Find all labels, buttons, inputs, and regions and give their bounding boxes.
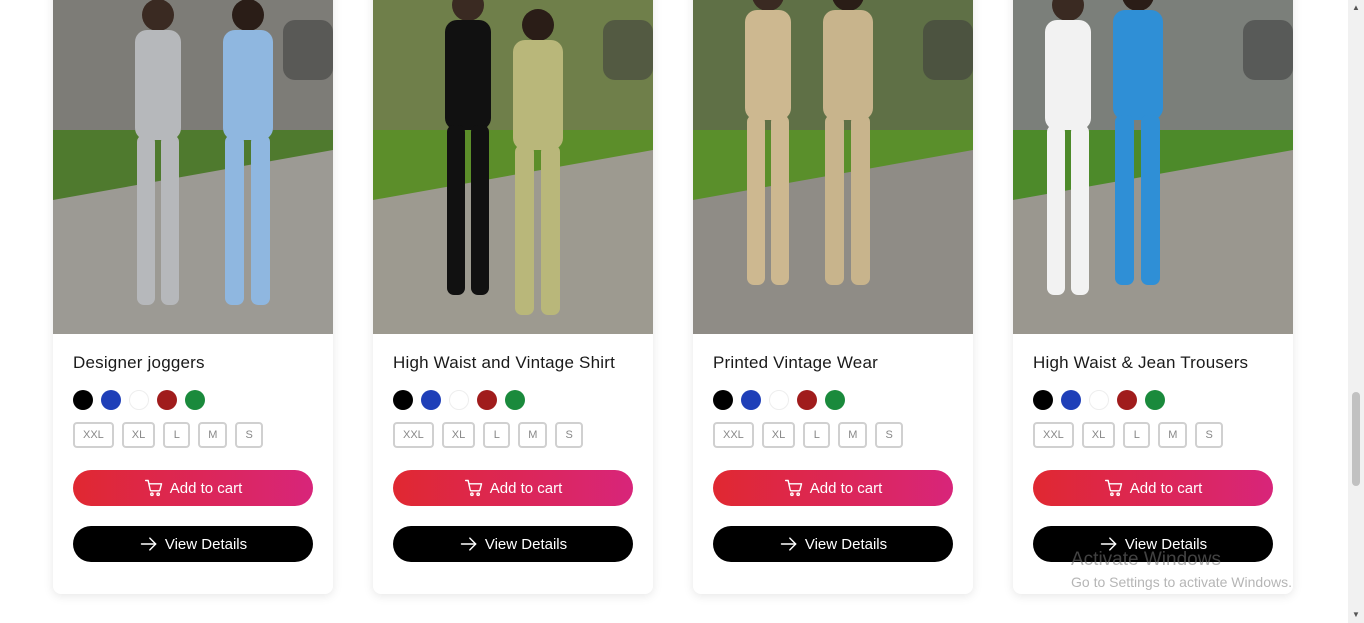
- size-options: XXL XL L M S: [1033, 422, 1223, 448]
- view-details-button[interactable]: View Details: [1033, 526, 1273, 562]
- product-photo[interactable]: [693, 0, 973, 334]
- vertical-scrollbar[interactable]: ▲ ▼: [1348, 0, 1364, 623]
- scrollbar-thumb[interactable]: [1352, 392, 1360, 486]
- add-to-cart-button[interactable]: Add to cart: [713, 470, 953, 506]
- scroll-down-arrow-icon[interactable]: ▼: [1348, 607, 1364, 623]
- size-option[interactable]: M: [518, 422, 548, 448]
- color-swatch[interactable]: [713, 390, 733, 410]
- add-to-cart-label: Add to cart: [489, 479, 563, 497]
- color-swatch[interactable]: [797, 390, 817, 410]
- color-swatch[interactable]: [449, 390, 469, 410]
- size-option[interactable]: M: [838, 422, 868, 448]
- view-details-label: View Details: [164, 535, 248, 553]
- color-swatches: [393, 390, 525, 410]
- color-swatch[interactable]: [825, 390, 845, 410]
- size-option[interactable]: S: [875, 422, 903, 448]
- arrow-right-icon: [779, 534, 799, 554]
- arrow-right-icon: [1099, 534, 1119, 554]
- product-card: Designer joggers XXL XL L M S Add to cart Vi…: [53, 0, 333, 594]
- size-option[interactable]: XL: [1081, 422, 1116, 448]
- size-option[interactable]: L: [803, 422, 831, 448]
- add-to-cart-label: Add to cart: [809, 479, 883, 497]
- color-swatch[interactable]: [157, 390, 177, 410]
- view-details-label: View Details: [484, 535, 568, 553]
- size-option[interactable]: XXL: [1033, 422, 1074, 448]
- add-to-cart-button[interactable]: Add to cart: [73, 470, 313, 506]
- size-option[interactable]: XXL: [713, 422, 754, 448]
- product-title[interactable]: High Waist & Jean Trousers: [1033, 353, 1248, 373]
- color-swatch[interactable]: [1145, 390, 1165, 410]
- color-swatch[interactable]: [505, 390, 525, 410]
- color-swatch[interactable]: [741, 390, 761, 410]
- color-swatches: [1033, 390, 1165, 410]
- cart-icon: [784, 478, 804, 498]
- product-photo[interactable]: [373, 0, 653, 334]
- color-swatch[interactable]: [185, 390, 205, 410]
- size-option[interactable]: XL: [441, 422, 476, 448]
- size-option[interactable]: M: [198, 422, 228, 448]
- size-option[interactable]: XL: [121, 422, 156, 448]
- add-to-cart-button[interactable]: Add to cart: [393, 470, 633, 506]
- scroll-up-arrow-icon[interactable]: ▲: [1348, 0, 1364, 16]
- arrow-right-icon: [459, 534, 479, 554]
- view-details-label: View Details: [804, 535, 888, 553]
- product-photo[interactable]: [53, 0, 333, 334]
- color-swatch[interactable]: [73, 390, 93, 410]
- size-option[interactable]: L: [1123, 422, 1151, 448]
- size-option[interactable]: S: [235, 422, 263, 448]
- product-title[interactable]: High Waist and Vintage Shirt: [393, 353, 615, 373]
- size-options: XXL XL L M S: [73, 422, 263, 448]
- size-option[interactable]: S: [555, 422, 583, 448]
- add-to-cart-button[interactable]: Add to cart: [1033, 470, 1273, 506]
- color-swatch[interactable]: [101, 390, 121, 410]
- size-options: XXL XL L M S: [393, 422, 583, 448]
- product-card: High Waist & Jean Trousers XXL XL L M S Add …: [1013, 0, 1293, 594]
- product-title[interactable]: Printed Vintage Wear: [713, 353, 878, 373]
- color-swatch[interactable]: [477, 390, 497, 410]
- size-options: XXL XL L M S: [713, 422, 903, 448]
- color-swatch[interactable]: [1061, 390, 1081, 410]
- color-swatch[interactable]: [393, 390, 413, 410]
- color-swatch[interactable]: [1117, 390, 1137, 410]
- color-swatch[interactable]: [1033, 390, 1053, 410]
- product-card: High Waist and Vintage Shirt XXL XL L M S Ad…: [373, 0, 653, 594]
- product-grid-page: Designer joggers XXL XL L M S Add to cart Vi…: [0, 0, 1348, 623]
- size-option[interactable]: XXL: [393, 422, 434, 448]
- size-option[interactable]: XL: [761, 422, 796, 448]
- color-swatch[interactable]: [129, 390, 149, 410]
- arrow-right-icon: [139, 534, 159, 554]
- product-card: Printed Vintage Wear XXL XL L M S Add to car…: [693, 0, 973, 594]
- color-swatch[interactable]: [769, 390, 789, 410]
- view-details-label: View Details: [1124, 535, 1208, 553]
- view-details-button[interactable]: View Details: [713, 526, 953, 562]
- cart-icon: [144, 478, 164, 498]
- size-option[interactable]: S: [1195, 422, 1223, 448]
- size-option[interactable]: L: [163, 422, 191, 448]
- view-details-button[interactable]: View Details: [73, 526, 313, 562]
- add-to-cart-label: Add to cart: [1129, 479, 1203, 497]
- color-swatch[interactable]: [1089, 390, 1109, 410]
- color-swatches: [713, 390, 845, 410]
- size-option[interactable]: L: [483, 422, 511, 448]
- color-swatches: [73, 390, 205, 410]
- size-option[interactable]: M: [1158, 422, 1188, 448]
- color-swatch[interactable]: [421, 390, 441, 410]
- size-option[interactable]: XXL: [73, 422, 114, 448]
- product-title[interactable]: Designer joggers: [73, 353, 205, 373]
- view-details-button[interactable]: View Details: [393, 526, 633, 562]
- cart-icon: [1104, 478, 1124, 498]
- cart-icon: [464, 478, 484, 498]
- product-photo[interactable]: [1013, 0, 1293, 334]
- add-to-cart-label: Add to cart: [169, 479, 243, 497]
